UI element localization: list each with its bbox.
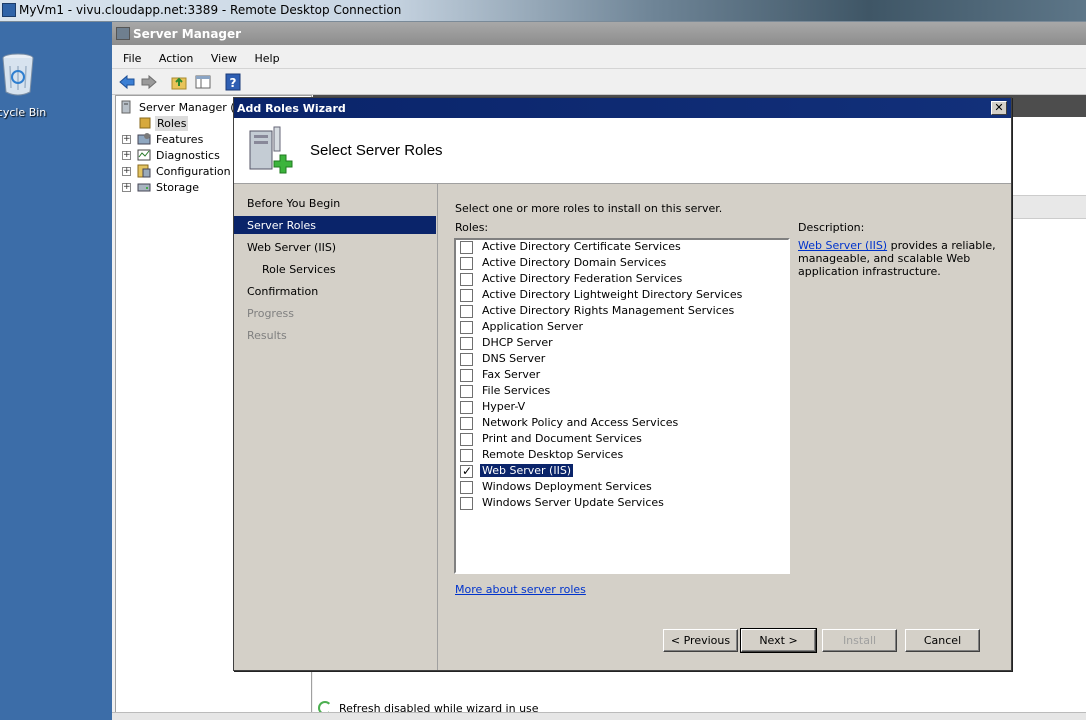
diagnostics-icon [137, 149, 151, 161]
step-role-services[interactable]: Role Services [234, 260, 436, 278]
role-checkbox[interactable] [460, 353, 473, 366]
step-results: Results [247, 329, 287, 342]
tree-item-diagnostics-label: Diagnostics [156, 149, 220, 162]
role-checkbox[interactable] [460, 449, 473, 462]
tree-item-storage-label: Storage [156, 181, 200, 194]
configuration-icon [137, 164, 151, 178]
role-checkbox[interactable] [460, 337, 473, 350]
wizard-title-bar[interactable]: Add Roles Wizard ✕ [234, 98, 1011, 118]
previous-button[interactable]: < Previous [663, 629, 738, 652]
menu-view[interactable]: View [211, 52, 237, 65]
tree-item-roles-label: Roles [155, 116, 189, 131]
description-link[interactable]: Web Server (IIS) [798, 239, 887, 252]
wizard-steps: Before You Begin Server Roles Web Server… [234, 184, 436, 670]
role-checkbox[interactable] [460, 257, 473, 270]
next-button[interactable]: Next > [740, 628, 817, 653]
role-checkbox[interactable] [460, 417, 473, 430]
expand-icon[interactable]: + [122, 167, 131, 176]
role-checkbox[interactable] [460, 369, 473, 382]
expand-icon[interactable]: + [122, 135, 131, 144]
wizard-content: Select one or more roles to install on t… [437, 184, 1011, 670]
server-manager-title-bar[interactable]: Server Manager [112, 22, 1086, 45]
features-icon [137, 133, 151, 145]
tree-root-label: Server Manager (M [139, 101, 245, 114]
role-checkbox[interactable] [460, 273, 473, 286]
server-manager-icon [116, 27, 130, 40]
role-checkbox[interactable] [460, 289, 473, 302]
recycle-bin-label: ecycle Bin [0, 106, 47, 119]
role-checkbox[interactable] [460, 321, 473, 334]
expand-icon[interactable]: + [122, 151, 131, 160]
expand-icon[interactable]: + [122, 183, 131, 192]
wizard-page-title: Select Server Roles [310, 142, 443, 159]
help-icon[interactable]: ? [224, 73, 242, 91]
recycle-bin-icon [2, 53, 34, 96]
add-roles-wizard-dialog: Add Roles Wizard ✕ Select Server Roles B… [233, 97, 1012, 671]
role-checkbox-checked[interactable] [460, 464, 473, 478]
instruction-text: Select one or more roles to install on t… [455, 202, 723, 215]
svg-text:?: ? [230, 76, 237, 90]
remote-desktop-icon [2, 3, 16, 17]
roles-icon [139, 117, 151, 129]
rdp-title-bar[interactable]: MyVm1 - vivu.cloudapp.net:3389 - Remote … [0, 0, 1086, 22]
role-checkbox[interactable] [460, 433, 473, 446]
menu-help[interactable]: Help [254, 52, 279, 65]
cancel-button[interactable]: Cancel [905, 629, 980, 652]
up-folder-icon[interactable] [170, 73, 188, 91]
step-server-roles[interactable]: Server Roles [234, 216, 436, 234]
role-checkbox[interactable] [460, 305, 473, 318]
wizard-title: Add Roles Wizard [237, 102, 346, 115]
recycle-bin[interactable]: ecycle Bin [0, 52, 60, 119]
role-checkbox[interactable] [460, 497, 473, 510]
tree-item-features-label: Features [156, 133, 204, 146]
storage-icon [137, 183, 151, 192]
role-checkbox[interactable] [460, 241, 473, 254]
step-web-server-iis[interactable]: Web Server (IIS) [234, 238, 436, 256]
step-progress: Progress [247, 307, 294, 320]
step-confirmation[interactable]: Confirmation [234, 282, 436, 300]
roles-label: Roles: [455, 221, 489, 234]
menu-bar: File Action View Help [112, 45, 1086, 69]
step-before-you-begin[interactable]: Before You Begin [234, 194, 436, 212]
horizontal-scrollbar[interactable] [112, 712, 1086, 720]
server-manager-title: Server Manager [133, 27, 242, 41]
roles-list[interactable]: Active Directory Certificate Services Ac… [454, 238, 790, 574]
install-button[interactable]: Install [822, 629, 897, 652]
menu-file[interactable]: File [123, 52, 141, 65]
close-button[interactable]: ✕ [991, 101, 1007, 115]
description-label: Description: [798, 221, 865, 234]
show-hide-tree-icon[interactable] [194, 73, 212, 91]
wizard-header: Select Server Roles [234, 118, 1011, 184]
tree-item-configuration-label: Configuration [156, 165, 231, 178]
desktop: ecycle Bin [0, 22, 112, 720]
rdp-window-title: MyVm1 - vivu.cloudapp.net:3389 - Remote … [19, 3, 402, 17]
back-arrow-icon[interactable] [118, 73, 136, 91]
forward-arrow-icon[interactable] [140, 73, 158, 91]
role-checkbox[interactable] [460, 401, 473, 414]
more-about-roles-link[interactable]: More about server roles [455, 583, 586, 596]
toolbar: ? [112, 69, 1086, 95]
server-icon [121, 100, 131, 114]
menu-action[interactable]: Action [159, 52, 193, 65]
role-checkbox[interactable] [460, 385, 473, 398]
role-checkbox[interactable] [460, 481, 473, 494]
details-strip [1013, 195, 1086, 219]
description-text: Web Server (IIS) provides a reliable, ma… [798, 239, 998, 278]
server-add-role-icon [249, 126, 293, 174]
